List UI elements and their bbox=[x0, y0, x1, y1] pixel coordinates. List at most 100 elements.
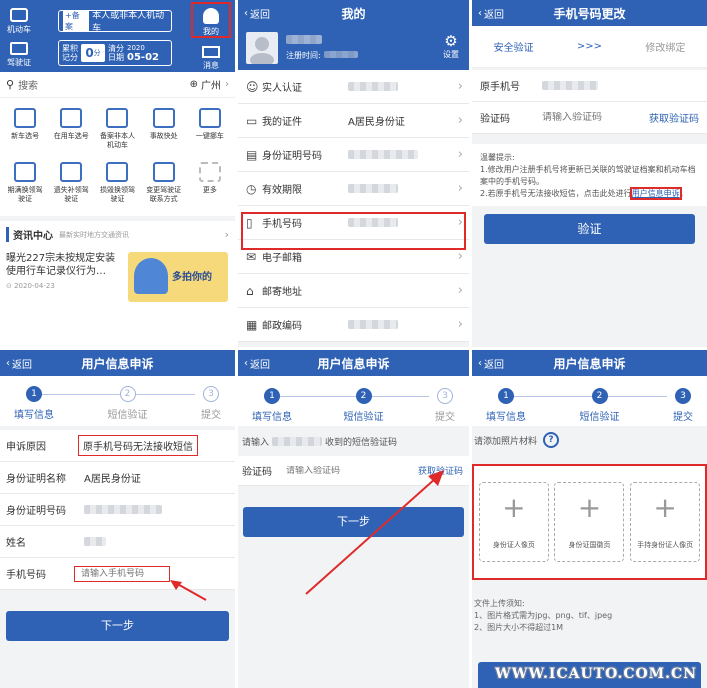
header-bar: ‹ 返回 用户信息申诉 bbox=[472, 350, 707, 376]
photo-slot-1[interactable]: + 身份证人像页 bbox=[478, 482, 549, 562]
license-tab[interactable]: 驾驶证 bbox=[6, 42, 32, 68]
code-input[interactable] bbox=[286, 465, 376, 476]
home-screen: 机动车 驾驶证 +备案 本人或非本人机动车 累积记分 0分 清分日期 2020 … bbox=[0, 0, 235, 347]
vehicle-tab[interactable]: 机动车 bbox=[6, 8, 32, 35]
profile-item-6[interactable]: ⌂ 邮寄地址 › bbox=[238, 274, 469, 308]
id-card-icon: ▭ bbox=[246, 113, 258, 128]
service-move-car[interactable]: 一键挪车 bbox=[187, 108, 233, 156]
reason-select[interactable]: 原手机号码无法接收短信 bbox=[78, 435, 198, 456]
idnum-value bbox=[84, 505, 162, 514]
chevron-right-icon[interactable]: › bbox=[225, 228, 229, 241]
verify-button[interactable]: 验证 bbox=[484, 214, 695, 244]
phone-input[interactable] bbox=[74, 565, 170, 582]
step-indicator: 1 填写信息 2 短信验证 3 提交 bbox=[0, 376, 235, 426]
watermark: WWW.ICAUTO.COM.CN bbox=[495, 666, 697, 682]
profile-item-3[interactable]: ◷ 有效期限 › bbox=[238, 172, 469, 206]
code-input[interactable] bbox=[542, 112, 632, 123]
score-value: 0分 bbox=[81, 44, 105, 62]
register-badge: +备案 bbox=[63, 10, 90, 32]
lost-icon bbox=[60, 162, 83, 182]
get-code-button[interactable]: 获取验证码 bbox=[649, 110, 699, 125]
plus-icon: + bbox=[653, 491, 677, 524]
change-phone-screen: ‹ 返回 手机号码更改 安全验证 >>> 修改绑定 原手机号 验证码 获取验证码… bbox=[472, 0, 707, 347]
chevron-right-icon: › bbox=[457, 283, 463, 298]
profile-card[interactable]: 注册时间: ⚙ 设置 bbox=[238, 26, 469, 70]
service-car-number[interactable]: 新车选号 bbox=[2, 108, 48, 156]
service-lost[interactable]: 遗失补领驾驶证 bbox=[48, 162, 94, 210]
more-icon bbox=[198, 162, 221, 182]
next-button[interactable]: 下一步 bbox=[243, 507, 464, 537]
page-title: 手机号码更改 bbox=[553, 6, 626, 21]
appeal-step3-screen: ‹ 返回 用户信息申诉 1 填写信息 2 短信验证 3 提交 请添加照片材料 ? + 身份证… bbox=[472, 350, 707, 688]
service-more[interactable]: 更多 bbox=[187, 162, 233, 210]
service-contact[interactable]: 变更驾驶证联系方式 bbox=[141, 162, 187, 210]
orig-phone-value bbox=[542, 81, 598, 90]
step-indicator: 1 填写信息 2 短信验证 3 提交 bbox=[238, 376, 469, 426]
chevron-right-icon: › bbox=[457, 181, 463, 196]
clear-label: 清分日期 bbox=[108, 44, 124, 62]
appeal-link[interactable]: 用户信息申诉 bbox=[629, 187, 682, 200]
license-icon bbox=[10, 42, 28, 55]
profile-item-1[interactable]: ▭ 我的证件 A居民身份证 › bbox=[238, 104, 469, 138]
message-tab[interactable]: 消息 bbox=[198, 46, 224, 71]
news-title: 资讯中心 bbox=[6, 227, 53, 242]
plus-icon: + bbox=[502, 491, 526, 524]
service-record[interactable]: 备案非本人机动车 bbox=[94, 108, 140, 156]
page-title: 用户信息申诉 bbox=[317, 356, 390, 371]
step-3: 3 提交 bbox=[673, 388, 693, 426]
page-title: 用户信息申诉 bbox=[553, 356, 626, 371]
chevron-right-icon: › bbox=[457, 147, 463, 162]
clock-icon: ◷ bbox=[246, 181, 257, 196]
help-icon[interactable]: ? bbox=[543, 432, 560, 448]
add-photo-hint: 请添加照片材料 ? bbox=[472, 426, 707, 454]
settings-button[interactable]: ⚙ 设置 bbox=[443, 34, 459, 60]
progress-tabs: 安全验证 >>> 修改绑定 bbox=[472, 26, 707, 68]
back-button[interactable]: ‹ 返回 bbox=[244, 356, 270, 371]
photo-slot-3[interactable]: + 手持身份证人像页 bbox=[630, 482, 701, 562]
contact-icon bbox=[152, 162, 175, 182]
service-accident[interactable]: 事故快处 bbox=[141, 108, 187, 156]
header-bar: ‹ 返回 用户信息申诉 bbox=[238, 350, 469, 376]
score-label: 累积记分 bbox=[62, 44, 78, 62]
reason-row: 申诉原因 原手机号码无法接收短信 bbox=[0, 430, 235, 462]
step-indicator: 1 填写信息 2 短信验证 3 提交 bbox=[472, 376, 707, 426]
next-button[interactable]: 下一步 bbox=[6, 611, 229, 641]
vehicle-icon bbox=[10, 8, 28, 22]
page-title: 用户信息申诉 bbox=[81, 356, 154, 371]
profile-item-0[interactable]: ☺ 实人认证 › bbox=[238, 70, 469, 104]
page-title: 我的 bbox=[341, 6, 366, 21]
score-card[interactable]: 累积记分 0分 清分日期 2020 05-02 bbox=[58, 40, 172, 66]
car-icon bbox=[60, 108, 83, 128]
search-bar[interactable]: ⚲ 搜索 ⊕ 广州 › bbox=[0, 72, 235, 98]
upload-notes: 文件上传须知: 1、图片格式需为jpg、png、tif、jpeg 2、图片大小不… bbox=[474, 599, 613, 632]
tab-verify: 安全验证 bbox=[493, 43, 534, 54]
register-vehicle-button[interactable]: +备案 本人或非本人机动车 bbox=[58, 10, 172, 34]
appeal-step2-screen: ‹ 返回 用户信息申诉 1 填写信息 2 短信验证 3 提交 请输入 收到的短信验证码 验… bbox=[238, 350, 469, 688]
news-item[interactable]: 曝光227宗未按规定安装使用行车记录仪行为… ⊙ 2020-04-23 多拍你的 bbox=[0, 248, 235, 306]
step-1: 1 填写信息 bbox=[486, 388, 526, 426]
profile-item-7[interactable]: ▦ 邮政编码 › bbox=[238, 308, 469, 342]
header-bar: ‹ 返回 用户信息申诉 bbox=[0, 350, 235, 376]
chevron-right-icon: › bbox=[457, 113, 463, 128]
news-banner: 多拍你的 bbox=[128, 252, 228, 302]
service-damaged[interactable]: 损毁换领驾驶证 bbox=[94, 162, 140, 210]
name-row: 姓名 bbox=[0, 526, 235, 558]
code-row: 验证码 获取验证码 bbox=[238, 456, 469, 486]
back-button[interactable]: ‹ 返回 bbox=[478, 356, 504, 371]
news-date: ⊙ 2020-04-23 bbox=[6, 282, 55, 290]
header-bar: ‹ 返回 我的 bbox=[238, 0, 469, 26]
sms-hint: 请输入 收到的短信验证码 bbox=[242, 436, 398, 448]
photo-slot-2[interactable]: + 身份证国徽页 bbox=[554, 482, 625, 562]
profile-item-2[interactable]: ▤ 身份证明号码 › bbox=[238, 138, 469, 172]
tips-box: 温馨提示: 1.修改用户注册手机号将更新已关联的驾驶证档案和机动车档案中的手机号… bbox=[472, 144, 707, 206]
city-selector[interactable]: 广州 bbox=[201, 77, 221, 92]
back-button[interactable]: ‹ 返回 bbox=[478, 6, 504, 21]
id-number-icon: ▤ bbox=[246, 147, 258, 162]
service-car[interactable]: 在用车选号 bbox=[48, 108, 94, 156]
back-button[interactable]: ‹ 返回 bbox=[244, 6, 270, 21]
service-renew[interactable]: 期满换领驾驶证 bbox=[2, 162, 48, 210]
get-code-button[interactable]: 获取验证码 bbox=[418, 464, 463, 477]
step-1: 1 填写信息 bbox=[252, 388, 292, 426]
back-button[interactable]: ‹ 返回 bbox=[6, 356, 32, 371]
step-3: 3 提交 bbox=[435, 388, 455, 426]
